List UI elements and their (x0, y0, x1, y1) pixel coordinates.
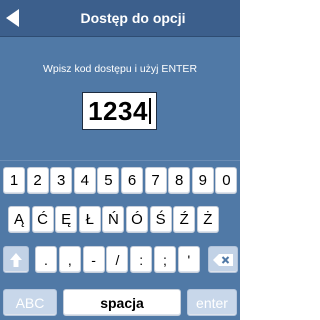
key-ł[interactable]: Ł (78, 206, 101, 233)
key-ó[interactable]: Ó (126, 206, 148, 233)
abc-key-label: ABC (15, 294, 45, 311)
space-key[interactable]: spacja (63, 289, 181, 316)
enter-key[interactable]: enter (187, 289, 237, 316)
key-punct-2[interactable]: - (82, 246, 105, 273)
key-6-label: 6 (127, 172, 137, 189)
key-1-label: 1 (9, 172, 19, 189)
header-bar: Dostęp do opcji (0, 0, 240, 37)
space-key-label: spacja (100, 294, 144, 311)
key-ń[interactable]: Ń (102, 206, 125, 233)
access-code-input[interactable]: 1234 (82, 92, 157, 130)
key-9[interactable]: 9 (191, 167, 214, 194)
key-punct-5[interactable]: ; (154, 246, 176, 273)
key-ą-label: Ą (13, 211, 24, 228)
key-4[interactable]: 4 (73, 167, 96, 194)
key-ź-label: Ź (179, 211, 189, 228)
key-0-label: 0 (222, 172, 231, 189)
key-punct-0[interactable]: . (35, 246, 57, 273)
key-ź[interactable]: Ź (173, 206, 196, 233)
key-ć[interactable]: Ć (31, 206, 54, 233)
key-7-label: 7 (151, 172, 160, 189)
key-punct-1-label: , (67, 251, 72, 268)
key-7[interactable]: 7 (144, 167, 167, 194)
key-ó-label: Ó (131, 211, 143, 228)
key-ś-label: Ś (155, 211, 166, 228)
access-options-screen: Dostęp do opcji Wpisz kod dostępu i użyj… (0, 0, 240, 320)
key-punct-6-label: ' (187, 251, 191, 268)
back-arrow-icon (6, 9, 19, 27)
key-ę-label: Ę (61, 211, 72, 228)
abc-key[interactable]: ABC (3, 289, 57, 316)
key-ć-label: Ć (37, 211, 49, 228)
key-9-label: 9 (198, 172, 207, 189)
key-punct-1[interactable]: , (58, 246, 81, 273)
key-5[interactable]: 5 (97, 167, 120, 194)
instruction-text: Wpisz kod dostępu i użyj ENTER (42, 63, 198, 75)
key-0[interactable]: 0 (215, 167, 238, 194)
key-punct-2-label: - (91, 251, 96, 268)
key-punct-5-label: ; (163, 251, 167, 268)
key-ę[interactable]: Ę (55, 206, 78, 233)
key-1[interactable]: 1 (3, 167, 25, 194)
key-punct-3-label: / (115, 251, 120, 268)
key-ś[interactable]: Ś (149, 206, 172, 233)
key-ł-label: Ł (85, 211, 94, 228)
key-ż-label: Ż (203, 211, 213, 228)
divider (0, 160, 240, 161)
key-6[interactable]: 6 (121, 167, 143, 194)
key-punct-0-label: . (44, 251, 48, 268)
enter-key-label: enter (196, 294, 228, 311)
text-caret (148, 98, 151, 124)
key-ń-label: Ń (107, 211, 119, 228)
key-ż[interactable]: Ż (196, 206, 219, 233)
page-title: Dostęp do opcji (80, 10, 186, 26)
key-5-label: 5 (104, 172, 113, 189)
backspace-key[interactable] (208, 246, 238, 273)
key-2-label: 2 (33, 172, 42, 189)
shift-arrow-icon (10, 252, 22, 267)
back-button[interactable] (0, 0, 26, 36)
key-8-label: 8 (175, 172, 184, 189)
key-punct-6[interactable]: ' (177, 246, 200, 273)
key-punct-4[interactable]: : (130, 246, 153, 273)
key-punct-4-label: : (139, 251, 144, 268)
shift-key[interactable] (3, 246, 29, 273)
access-code-value: 1234 (88, 95, 148, 126)
key-4-label: 4 (80, 172, 89, 189)
key-3[interactable]: 3 (50, 167, 73, 194)
key-punct-3[interactable]: / (106, 246, 129, 273)
backspace-x-icon (213, 253, 233, 266)
key-8[interactable]: 8 (168, 167, 191, 194)
key-ą[interactable]: Ą (8, 206, 30, 233)
key-3-label: 3 (57, 172, 66, 189)
key-2[interactable]: 2 (26, 167, 49, 194)
